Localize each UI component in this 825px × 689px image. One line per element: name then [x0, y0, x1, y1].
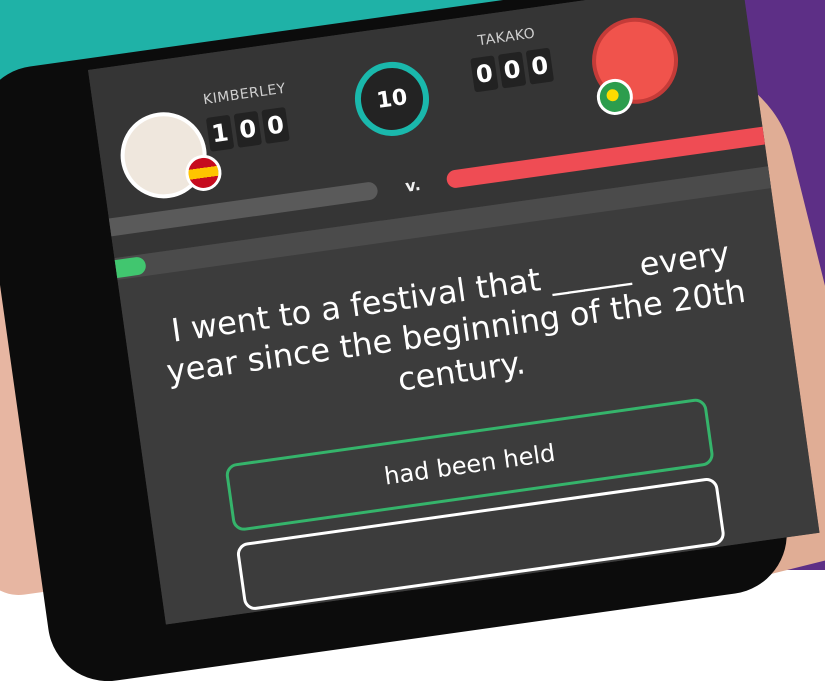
- phone-screen: KIMBERLEY 1 0 0 10 TAKAKO 0 0 0 v. I wen…: [88, 0, 820, 625]
- score-digit: 0: [497, 51, 527, 89]
- score-digit: 1: [205, 114, 235, 152]
- score-digit: 0: [470, 55, 499, 93]
- versus-label: v.: [403, 174, 422, 196]
- score-digit: 0: [525, 47, 555, 85]
- score-digit: 0: [261, 106, 290, 144]
- score-digit: 0: [233, 110, 263, 148]
